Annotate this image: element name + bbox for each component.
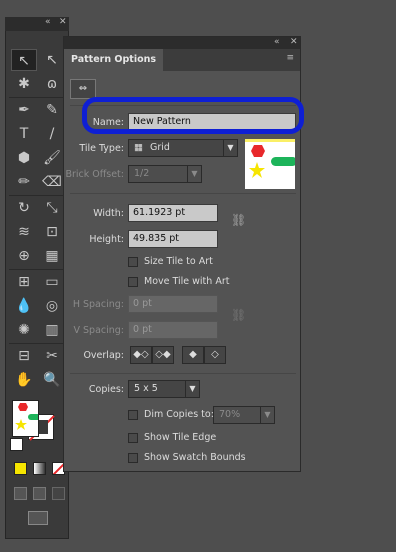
tile-type-value: Grid: [150, 142, 170, 153]
screen-mode-icon[interactable]: [28, 511, 48, 525]
curvature-tool-icon[interactable]: ✎: [39, 99, 65, 121]
tile-type-select[interactable]: ▦ Grid ▼: [128, 139, 238, 157]
size-tile-to-art-checkbox[interactable]: [128, 257, 138, 267]
link-spacing-icon[interactable]: ⛓: [231, 308, 246, 330]
pattern-tile-tool-button[interactable]: ⇔: [70, 79, 96, 99]
default-colors-icon[interactable]: [10, 438, 23, 451]
paintbrush-tool-icon[interactable]: 🖌: [39, 147, 65, 169]
shape-builder-tool-icon[interactable]: ⊕: [11, 245, 37, 267]
overlap-label: Overlap:: [83, 350, 124, 361]
show-swatch-bounds-checkbox[interactable]: [128, 453, 138, 463]
slice-tool-icon[interactable]: ✂: [39, 345, 65, 367]
pen-tool-icon[interactable]: ✒: [11, 99, 37, 121]
copies-select[interactable]: 5 x 5 ▼: [128, 380, 200, 398]
draw-normal-icon[interactable]: [14, 487, 27, 500]
brick-offset-select[interactable]: 1/2 ▼: [128, 165, 202, 183]
width-label: Width:: [93, 208, 124, 219]
dim-copies-value: 70%: [219, 409, 241, 420]
panel-menu-icon[interactable]: ≡: [286, 53, 294, 63]
tools-panel-header: « ✕: [5, 17, 69, 31]
mesh-tool-icon[interactable]: ⊞: [11, 271, 37, 293]
fill-swatch[interactable]: [12, 400, 39, 437]
width-field[interactable]: 61.1923 pt: [128, 204, 218, 222]
gradient-tool-icon[interactable]: ▭: [39, 271, 65, 293]
show-swatch-bounds-label: Show Swatch Bounds: [144, 452, 246, 463]
scale-tool-icon[interactable]: ⤡: [39, 197, 65, 219]
move-tile-with-art-checkbox[interactable]: [128, 277, 138, 287]
close-icon[interactable]: ✕: [290, 37, 298, 47]
free-transform-tool-icon[interactable]: ⊡: [39, 221, 65, 243]
h-spacing-label: H Spacing:: [72, 299, 124, 310]
panel-tab-row: Pattern Options ≡: [64, 49, 300, 71]
symbol-sprayer-tool-icon[interactable]: ✺: [11, 319, 37, 341]
eraser-tool-icon[interactable]: ⌫: [39, 171, 65, 193]
direct-selection-tool-icon[interactable]: ↖: [39, 49, 65, 71]
h-spacing-field[interactable]: 0 pt: [128, 295, 218, 313]
chevron-down-icon: ▼: [187, 166, 201, 182]
brick-offset-label: Brick Offset:: [65, 169, 124, 180]
chevron-down-icon: ▼: [185, 381, 199, 397]
rotate-tool-icon[interactable]: ↻: [11, 197, 37, 219]
gradient-mode-icon[interactable]: [33, 462, 46, 475]
collapse-icon[interactable]: «: [274, 37, 280, 47]
size-tile-to-art-label: Size Tile to Art: [144, 256, 213, 267]
type-tool-icon[interactable]: T: [11, 123, 37, 145]
pencil-tool-icon[interactable]: ✏: [11, 171, 37, 193]
tab-pattern-options[interactable]: Pattern Options: [64, 49, 164, 71]
artboard-tool-icon[interactable]: ⊟: [11, 345, 37, 367]
top-in-front-icon[interactable]: ◆: [182, 346, 204, 364]
perspective-tool-icon[interactable]: ▦: [39, 245, 65, 267]
dim-copies-checkbox[interactable]: [128, 410, 138, 420]
height-label: Height:: [89, 234, 124, 245]
shape-tool-icon[interactable]: ⬢: [11, 147, 37, 169]
eyedropper-tool-icon[interactable]: 💧: [11, 295, 37, 317]
annotation-highlight: [82, 97, 304, 134]
lasso-tool-icon[interactable]: ɷ: [39, 73, 65, 95]
collapse-icon[interactable]: «: [45, 17, 51, 27]
selection-tool-icon[interactable]: ↖: [11, 49, 37, 71]
color-mode-icon[interactable]: [14, 462, 27, 475]
tile-type-label: Tile Type:: [79, 143, 124, 154]
height-field[interactable]: 49.835 pt: [128, 230, 218, 248]
right-in-front-icon[interactable]: ◇◆: [152, 346, 174, 364]
panel-header-bar: « ✕: [64, 37, 300, 49]
grid-icon: ▦: [134, 142, 143, 153]
left-in-front-icon[interactable]: ◆◇: [130, 346, 152, 364]
close-icon[interactable]: ✕: [59, 17, 67, 27]
draw-inside-icon[interactable]: [52, 487, 65, 500]
show-tile-edge-label: Show Tile Edge: [144, 432, 217, 443]
dim-copies-label: Dim Copies to:: [144, 409, 214, 420]
v-spacing-field[interactable]: 0 pt: [128, 321, 218, 339]
warp-tool-icon[interactable]: ≋: [11, 221, 37, 243]
move-tile-with-art-label: Move Tile with Art: [144, 276, 230, 287]
hand-tool-icon[interactable]: ✋: [11, 369, 37, 391]
chevron-down-icon: ▼: [223, 140, 237, 156]
copies-label: Copies:: [88, 384, 124, 395]
draw-behind-icon[interactable]: [33, 487, 46, 500]
graph-tool-icon[interactable]: ▥: [39, 319, 65, 341]
pattern-preview: [245, 139, 295, 189]
magic-wand-tool-icon[interactable]: ✱: [11, 73, 37, 95]
dim-copies-select[interactable]: 70% ▼: [213, 406, 275, 424]
chevron-down-icon: ▼: [260, 407, 274, 423]
show-tile-edge-checkbox[interactable]: [128, 433, 138, 443]
copies-value: 5 x 5: [134, 383, 158, 394]
brick-offset-value: 1/2: [134, 168, 150, 179]
line-tool-icon[interactable]: /: [39, 123, 65, 145]
bottom-in-front-icon[interactable]: ◇: [204, 346, 226, 364]
blend-tool-icon[interactable]: ◎: [39, 295, 65, 317]
zoom-tool-icon[interactable]: 🔍: [39, 369, 65, 391]
link-proportions-icon[interactable]: ⛓: [231, 213, 246, 235]
v-spacing-label: V Spacing:: [73, 325, 124, 336]
